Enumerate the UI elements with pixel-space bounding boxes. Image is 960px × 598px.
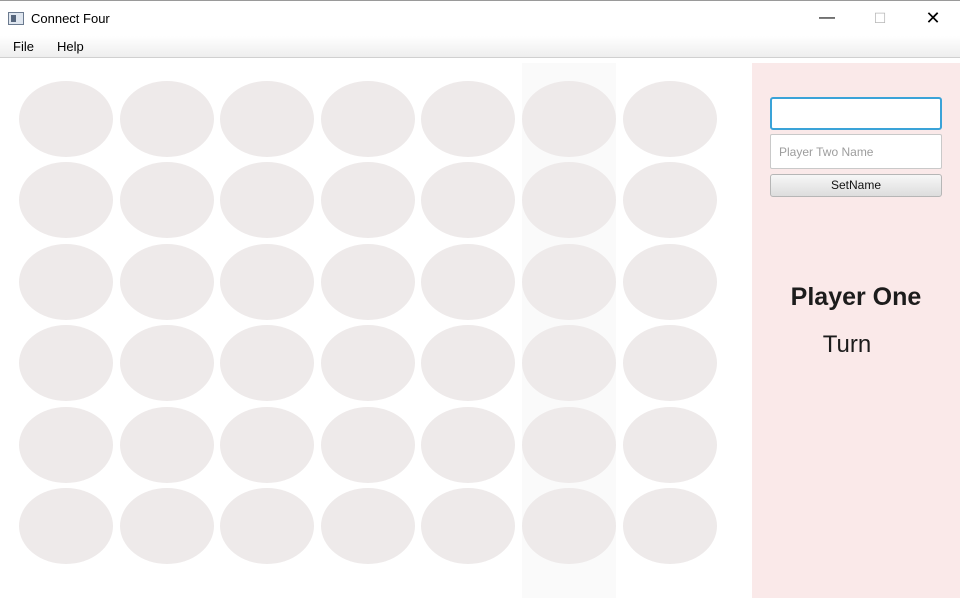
board-cell[interactable] bbox=[19, 325, 113, 402]
board-cell[interactable] bbox=[421, 243, 516, 320]
board-cell[interactable] bbox=[320, 406, 415, 483]
player-one-name-input[interactable] bbox=[770, 97, 942, 130]
player-two-name-input[interactable] bbox=[770, 134, 942, 169]
menu-help[interactable]: Help bbox=[57, 39, 84, 54]
board-cell[interactable] bbox=[421, 162, 516, 239]
board-cell[interactable] bbox=[320, 162, 415, 239]
board-cell[interactable] bbox=[421, 325, 516, 402]
board-cell[interactable] bbox=[421, 81, 516, 157]
board-cell[interactable] bbox=[421, 488, 516, 564]
board-cell[interactable] bbox=[19, 406, 113, 483]
game-board[interactable] bbox=[0, 63, 752, 598]
board-cell[interactable] bbox=[622, 488, 717, 564]
board-cell[interactable] bbox=[119, 406, 214, 483]
board-cell[interactable] bbox=[220, 406, 315, 483]
board-cell[interactable] bbox=[320, 81, 415, 157]
window-title: Connect Four bbox=[31, 11, 110, 26]
title-bar: Connect Four — ☐ ✕ bbox=[0, 0, 960, 36]
maximize-button[interactable]: ☐ bbox=[857, 1, 903, 37]
board-cell[interactable] bbox=[119, 162, 214, 239]
app-icon bbox=[8, 12, 24, 25]
board-cell[interactable] bbox=[622, 81, 717, 157]
board-cell[interactable] bbox=[220, 162, 315, 239]
board-cell[interactable] bbox=[522, 243, 616, 320]
board-cell[interactable] bbox=[119, 488, 214, 564]
board-cell[interactable] bbox=[19, 162, 113, 239]
board-cell[interactable] bbox=[19, 243, 113, 320]
board-cell[interactable] bbox=[220, 325, 315, 402]
board-cell[interactable] bbox=[622, 243, 717, 320]
set-name-button[interactable]: SetName bbox=[770, 174, 942, 197]
board-cell[interactable] bbox=[220, 81, 315, 157]
board-cell[interactable] bbox=[220, 243, 315, 320]
board-cell[interactable] bbox=[522, 325, 616, 402]
board-cell[interactable] bbox=[421, 406, 516, 483]
menu-file[interactable]: File bbox=[13, 39, 34, 54]
board-cell[interactable] bbox=[622, 325, 717, 402]
board-cell[interactable] bbox=[320, 325, 415, 402]
board-cell[interactable] bbox=[320, 488, 415, 564]
current-player-label: Player One bbox=[790, 283, 922, 311]
board-cell[interactable] bbox=[220, 488, 315, 564]
board-cell[interactable] bbox=[19, 488, 113, 564]
side-panel: SetName Player One Turn bbox=[752, 63, 960, 598]
board-cell[interactable] bbox=[522, 488, 616, 564]
board-cell[interactable] bbox=[320, 243, 415, 320]
board-cell[interactable] bbox=[522, 162, 616, 239]
board-cell[interactable] bbox=[622, 406, 717, 483]
board-cell[interactable] bbox=[119, 243, 214, 320]
board-cell[interactable] bbox=[119, 81, 214, 157]
board-cell[interactable] bbox=[119, 325, 214, 402]
board-cell[interactable] bbox=[522, 406, 616, 483]
minimize-button[interactable]: — bbox=[804, 1, 850, 37]
board-cell[interactable] bbox=[522, 81, 616, 157]
turn-label: Turn bbox=[822, 331, 872, 358]
close-button[interactable]: ✕ bbox=[910, 1, 956, 37]
board-cell[interactable] bbox=[622, 162, 717, 239]
board-cell[interactable] bbox=[19, 81, 113, 157]
menu-bar: File Help bbox=[0, 36, 960, 58]
